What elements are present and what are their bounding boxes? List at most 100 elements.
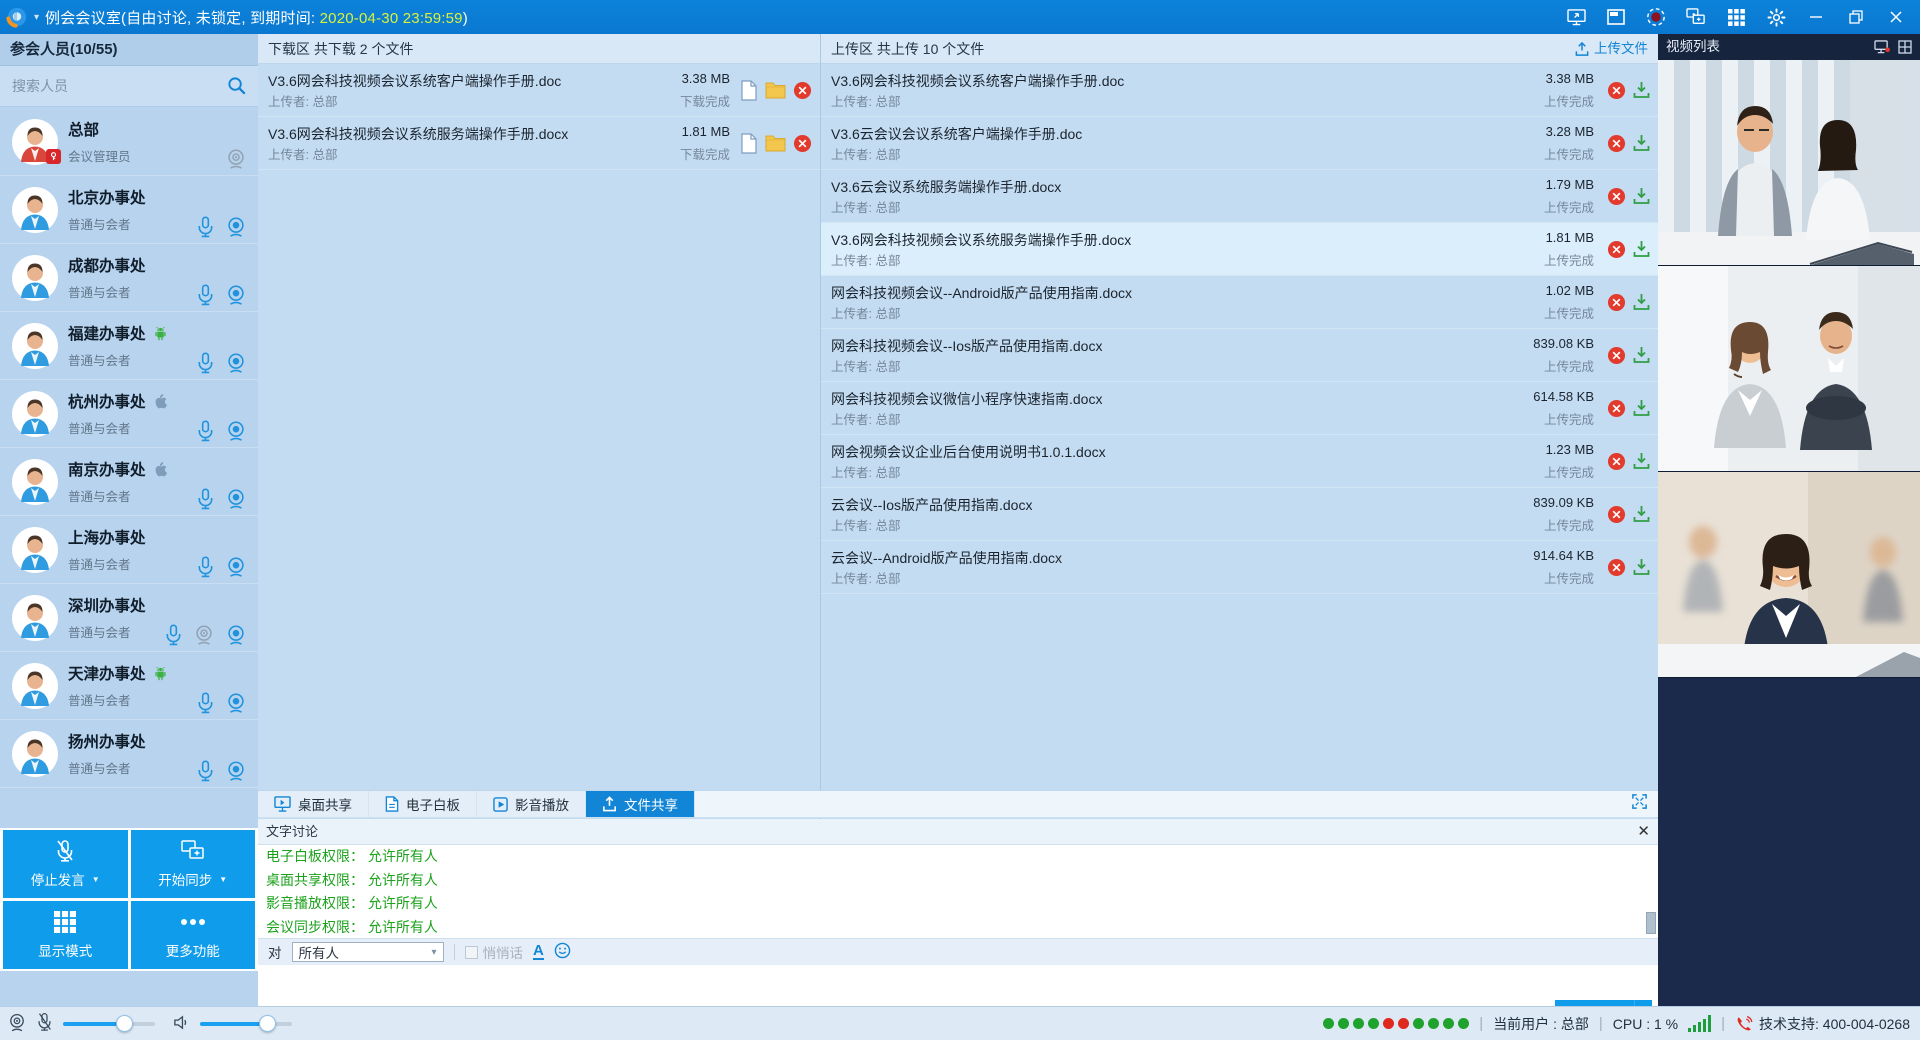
upload-file-link[interactable]: 上传文件 (1575, 34, 1648, 64)
mic-volume-slider[interactable] (63, 1022, 155, 1026)
open-file-icon[interactable] (740, 133, 758, 154)
chat-scrollbar[interactable] (1646, 845, 1656, 938)
participant-row[interactable]: 成都办事处 普通与会者 (0, 244, 258, 312)
layout-grid-icon[interactable] (1726, 7, 1746, 27)
webcam-off-icon[interactable] (194, 624, 214, 646)
remove-file-icon[interactable] (1607, 134, 1626, 153)
webcam-icon[interactable] (226, 352, 246, 374)
remove-file-icon[interactable] (1607, 452, 1626, 471)
tab-media-play[interactable]: 影音播放 (477, 791, 586, 817)
tab-file-share[interactable]: 文件共享 (586, 791, 695, 817)
mic-icon[interactable] (197, 352, 214, 374)
speaker-icon[interactable] (173, 1014, 190, 1034)
mic-icon[interactable] (165, 624, 182, 646)
close-icon[interactable]: ✕ (1637, 819, 1650, 845)
participant-row[interactable]: 扬州办事处 普通与会者 (0, 720, 258, 788)
speaker-volume-slider[interactable] (200, 1022, 292, 1026)
participant-row[interactable]: 杭州办事处 普通与会者 (0, 380, 258, 448)
remove-file-icon[interactable] (1607, 558, 1626, 577)
webcam-icon[interactable] (226, 624, 246, 646)
remove-file-icon[interactable] (1607, 293, 1626, 312)
remove-file-icon[interactable] (1607, 187, 1626, 206)
webcam-icon[interactable] (226, 284, 246, 306)
participant-row[interactable]: 北京办事处 普通与会者 (0, 176, 258, 244)
stop-speaking-button[interactable]: 停止发言▼ (3, 830, 128, 898)
chevron-down-icon[interactable]: ▾ (34, 12, 39, 23)
mic-muted-icon[interactable] (36, 1012, 53, 1035)
minimize-button[interactable] (1806, 7, 1826, 27)
remove-file-icon[interactable] (1607, 399, 1626, 418)
slider-knob[interactable] (259, 1015, 276, 1032)
more-functions-button[interactable]: 更多功能 (131, 901, 256, 969)
webcam-status-icon[interactable] (8, 1013, 26, 1035)
download-file-icon[interactable] (1633, 346, 1650, 364)
whisper-checkbox[interactable] (465, 946, 478, 959)
upload-file-row[interactable]: 云会议--Ios版产品使用指南.docx 上传者: 总部 839.09 KB 上… (821, 488, 1658, 541)
open-file-icon[interactable] (740, 80, 758, 101)
start-sync-button[interactable]: 开始同步▼ (131, 830, 256, 898)
search-input[interactable] (0, 66, 258, 106)
remove-file-icon[interactable] (1607, 240, 1626, 259)
mic-icon[interactable] (197, 284, 214, 306)
display-mode-button[interactable]: 显示模式 (3, 901, 128, 969)
upload-file-row[interactable]: 云会议--Android版产品使用指南.docx 上传者: 总部 914.64 … (821, 541, 1658, 594)
upload-file-row[interactable]: 网会科技视频会议--Android版产品使用指南.docx 上传者: 总部 1.… (821, 276, 1658, 329)
webcam-icon[interactable] (226, 488, 246, 510)
mic-icon[interactable] (197, 420, 214, 442)
remove-file-icon[interactable] (1607, 505, 1626, 524)
download-file-icon[interactable] (1633, 240, 1650, 258)
participant-row[interactable]: 总部 会议管理员 (0, 108, 258, 176)
video-tile[interactable] (1658, 472, 1920, 678)
dropdown-caret-icon[interactable]: ▼ (219, 875, 227, 884)
recipient-select[interactable]: 所有人 ▾ (292, 942, 444, 962)
participant-row[interactable]: 深圳办事处 普通与会者 (0, 584, 258, 652)
sync-screens-icon[interactable] (1686, 7, 1706, 27)
download-file-row[interactable]: V3.6网会科技视频会议系统客户端操作手册.doc 上传者: 总部 3.38 M… (258, 64, 820, 117)
maximize-button[interactable] (1846, 7, 1866, 27)
download-file-row[interactable]: V3.6网会科技视频会议系统服务端操作手册.docx 上传者: 总部 1.81 … (258, 117, 820, 170)
download-file-icon[interactable] (1633, 81, 1650, 99)
video-layout-grid-icon[interactable] (1898, 40, 1912, 54)
tab-desktop-share[interactable]: 桌面共享 (258, 791, 369, 817)
dropdown-caret-icon[interactable]: ▼ (92, 875, 100, 884)
webcam-icon[interactable] (226, 420, 246, 442)
remove-file-icon[interactable] (1607, 81, 1626, 100)
download-file-icon[interactable] (1633, 452, 1650, 470)
chat-message-input[interactable] (258, 965, 1658, 1005)
video-tile[interactable] (1658, 60, 1920, 266)
remove-file-icon[interactable] (793, 81, 812, 100)
record-icon[interactable] (1646, 7, 1666, 27)
emoji-icon[interactable] (554, 942, 571, 962)
upload-file-row[interactable]: 网会视频会议企业后台使用说明书1.0.1.docx 上传者: 总部 1.23 M… (821, 435, 1658, 488)
mic-icon[interactable] (197, 692, 214, 714)
tab-whiteboard[interactable]: 电子白板 (369, 791, 477, 817)
upload-file-row[interactable]: 网会科技视频会议微信小程序快速指南.docx 上传者: 总部 614.58 KB… (821, 382, 1658, 435)
upload-file-row[interactable]: V3.6云会议系统服务端操作手册.docx 上传者: 总部 1.79 MB 上传… (821, 170, 1658, 223)
download-file-icon[interactable] (1633, 134, 1650, 152)
open-folder-icon[interactable] (765, 81, 786, 99)
upload-file-row[interactable]: V3.6网会科技视频会议系统服务端操作手册.docx 上传者: 总部 1.81 … (821, 223, 1658, 276)
open-folder-icon[interactable] (765, 134, 786, 152)
webcam-icon[interactable] (226, 556, 246, 578)
webcam-icon[interactable] (226, 760, 246, 782)
webcam-icon[interactable] (226, 216, 246, 238)
mic-icon[interactable] (197, 760, 214, 782)
font-style-icon[interactable]: A (533, 944, 544, 960)
mic-icon[interactable] (197, 488, 214, 510)
webcam-off-icon[interactable] (226, 148, 246, 170)
video-tile[interactable] (1658, 266, 1920, 472)
upload-file-row[interactable]: 网会科技视频会议--Ios版产品使用指南.docx 上传者: 总部 839.08… (821, 329, 1658, 382)
download-file-icon[interactable] (1633, 293, 1650, 311)
download-file-icon[interactable] (1633, 558, 1650, 576)
participant-row[interactable]: 天津办事处 普通与会者 (0, 652, 258, 720)
screen-share-icon[interactable] (1566, 7, 1586, 27)
download-file-icon[interactable] (1633, 505, 1650, 523)
remove-file-icon[interactable] (1607, 346, 1626, 365)
window-mode-icon[interactable] (1606, 7, 1626, 27)
participant-row[interactable]: 上海办事处 普通与会者 (0, 516, 258, 584)
upload-file-row[interactable]: V3.6网会科技视频会议系统客户端操作手册.doc 上传者: 总部 3.38 M… (821, 64, 1658, 117)
slider-knob[interactable] (116, 1015, 133, 1032)
close-button[interactable] (1886, 7, 1906, 27)
participant-row[interactable]: 南京办事处 普通与会者 (0, 448, 258, 516)
download-file-icon[interactable] (1633, 399, 1650, 417)
